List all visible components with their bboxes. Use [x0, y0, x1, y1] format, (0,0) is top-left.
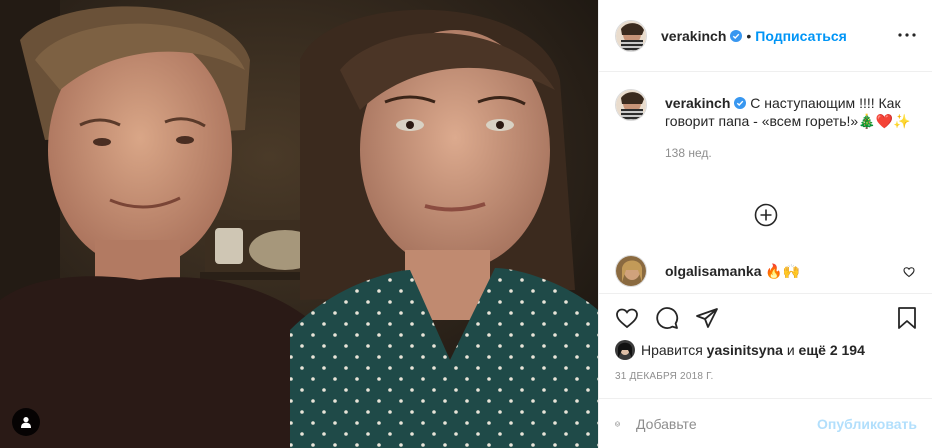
likes-count-button[interactable]: ещё 2 194 — [799, 342, 865, 358]
post-side-panel: verakinch • Подписаться verakinch С наст… — [598, 0, 932, 448]
verified-badge-icon — [730, 29, 743, 42]
bookmark-icon[interactable] — [895, 306, 919, 330]
more-horizontal-icon — [898, 33, 916, 37]
post-photo[interactable] — [0, 0, 598, 448]
user-icon — [21, 417, 31, 428]
emoji-icon[interactable] — [615, 412, 620, 436]
likes-summary: Нравится yasinitsyna и ещё 2 194 — [615, 340, 865, 360]
likes-middle: и — [786, 342, 795, 358]
caption-author-avatar[interactable] — [615, 89, 647, 121]
caption-comment: verakinch С наступающим !!!! Как говорит… — [599, 73, 932, 162]
publish-button[interactable]: Опубликовать — [817, 416, 917, 432]
selfie-photo — [0, 0, 598, 448]
avatar-image — [615, 340, 635, 360]
post-header: verakinch • Подписаться — [599, 0, 932, 72]
avatar-image — [616, 256, 646, 286]
post-date[interactable]: 31 декабря 2018 г. — [615, 371, 713, 382]
comment-icon[interactable] — [655, 306, 679, 330]
author-avatar[interactable] — [615, 19, 647, 52]
tagged-users-button[interactable] — [12, 408, 40, 436]
heart-outline-icon — [903, 267, 915, 278]
avatar-image — [616, 20, 646, 51]
comment-content: olgalisamanka 🔥🙌 — [665, 263, 800, 280]
avatar-image — [616, 90, 646, 120]
more-options-button[interactable] — [898, 26, 916, 44]
comment-input[interactable] — [636, 415, 818, 432]
commenter-username[interactable]: olgalisamanka — [665, 263, 762, 279]
load-more-comments-button[interactable] — [754, 203, 778, 227]
comment-text: 🔥🙌 — [765, 262, 801, 279]
likes-prefix: Нравится — [641, 342, 703, 358]
caption-username[interactable]: verakinch — [665, 95, 730, 111]
comment-item: olgalisamanka 🔥🙌 — [615, 255, 917, 287]
instagram-post: verakinch • Подписаться verakinch С наст… — [0, 0, 932, 448]
liker-username[interactable]: yasinitsyna — [707, 342, 783, 358]
commenter-avatar[interactable] — [615, 255, 647, 287]
caption-body: verakinch С наступающим !!!! Как говорит… — [665, 89, 917, 162]
author-username[interactable]: verakinch — [661, 28, 726, 44]
comments-list: verakinch С наступающим !!!! Как говорит… — [599, 73, 932, 293]
plus-circle-icon — [754, 203, 778, 227]
header-separator: • — [746, 27, 752, 44]
action-bar — [599, 293, 932, 341]
verified-badge-icon — [734, 97, 747, 109]
heart-icon[interactable] — [615, 306, 639, 330]
liker-avatar[interactable] — [615, 340, 635, 360]
caption-timestamp[interactable]: 138 нед. — [665, 144, 917, 162]
follow-button[interactable]: Подписаться — [755, 28, 847, 44]
share-icon[interactable] — [695, 306, 719, 330]
comment-like-button[interactable] — [903, 265, 915, 278]
add-comment-form: Опубликовать — [599, 398, 932, 448]
